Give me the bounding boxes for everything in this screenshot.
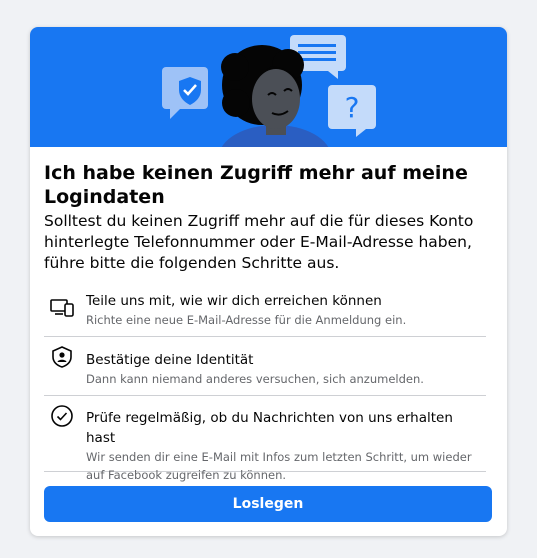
step-description: Dann kann niemand anderes versuchen, sic…	[86, 372, 424, 386]
list-item: Teile uns mit, wie wir dich erreichen kö…	[44, 287, 486, 337]
dialog-title: Ich habe keinen Zugriff mehr auf meine L…	[44, 162, 468, 208]
list-item: Bestätige deine Identität Dann kann niem…	[44, 337, 486, 396]
step-title: Prüfe regelmäßig, ob du Nachrichten von …	[86, 410, 453, 446]
shield-bubble-icon	[162, 67, 208, 119]
question-bubble-icon: ?	[328, 85, 376, 137]
step-title: Bestätige deine Identität	[86, 352, 254, 368]
shield-person-icon	[52, 346, 72, 368]
get-started-button[interactable]: Loslegen	[44, 486, 492, 522]
list-item: Prüfe regelmäßig, ob du Nachrichten von …	[44, 396, 486, 482]
step-description: Wir senden dir eine E-Mail mit Infos zum…	[86, 450, 472, 482]
check-circle-icon	[51, 405, 73, 427]
svg-text:?: ?	[345, 91, 360, 124]
person-with-chat-bubbles-illustration: ?	[162, 35, 376, 147]
step-description: Richte eine neue E-Mail-Adresse für die …	[86, 313, 407, 327]
recovery-steps-list: Teile uns mit, wie wir dich erreichen kö…	[44, 287, 486, 482]
step-title: Teile uns mit, wie wir dich erreichen kö…	[86, 293, 382, 309]
devices-icon	[50, 299, 74, 317]
hero-illustration: ?	[30, 27, 507, 147]
dialog-intro: Solltest du keinen Zugriff mehr auf die …	[44, 212, 474, 272]
account-recovery-dialog: ? Ich habe keinen Zugriff mehr auf meine…	[30, 27, 507, 536]
